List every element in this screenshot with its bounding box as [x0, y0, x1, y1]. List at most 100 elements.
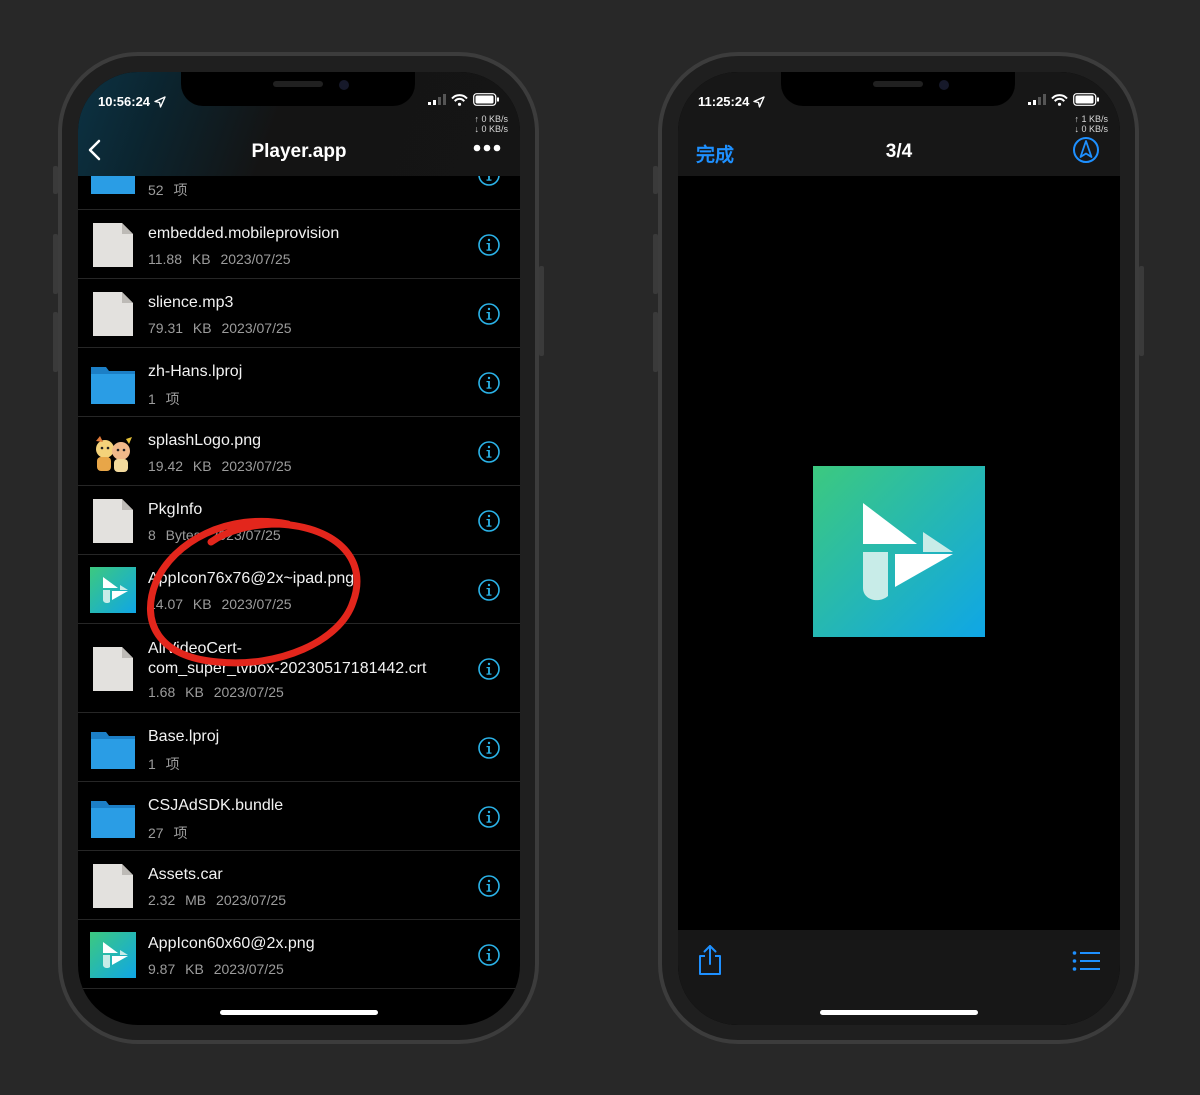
image-thumbnail-icon	[90, 932, 136, 978]
page-counter: 3/4	[885, 141, 913, 162]
document-icon	[90, 646, 136, 692]
wifi-icon	[1051, 93, 1068, 106]
file-meta: 1 项	[148, 391, 180, 407]
list-icon[interactable]	[1072, 950, 1100, 972]
share-icon[interactable]	[696, 944, 724, 976]
more-horizontal-icon[interactable]	[472, 138, 502, 158]
file-row[interactable]: zh-Hans.lproj 1 项	[78, 348, 520, 417]
info-icon[interactable]	[478, 234, 500, 256]
folder-icon	[90, 794, 136, 840]
image-thumbnail-icon	[90, 567, 136, 613]
file-name: Base.lproj	[148, 728, 220, 745]
file-name: CSJAdSDK.bundle	[148, 797, 284, 814]
left-screen: Player.app 10:56:24 ↑ 0 KB/s ↓ 0 KB/s 52…	[78, 72, 520, 1025]
mute-switch	[653, 166, 658, 194]
home-indicator	[820, 1010, 978, 1015]
file-meta: 11.88 KB 2023/07/25	[148, 251, 291, 267]
status-time: 11:25:24	[698, 94, 766, 109]
download-speed: ↓ 0 KB/s	[1074, 124, 1108, 134]
file-name: AppIcon60x60@2x.png	[148, 935, 315, 952]
file-meta: 9.87 KB 2023/07/25	[148, 961, 284, 977]
info-icon[interactable]	[478, 944, 500, 966]
file-name: embedded.mobileprovision	[148, 225, 340, 242]
file-meta: 1 项	[148, 756, 180, 772]
info-icon[interactable]	[478, 806, 500, 828]
file-row[interactable]: CSJAdSDK.bundle 27 项	[78, 782, 520, 851]
home-indicator	[220, 1010, 378, 1015]
file-meta: 1.68 KB 2023/07/25	[148, 684, 284, 700]
info-icon[interactable]	[478, 737, 500, 759]
power-button	[539, 266, 544, 356]
file-name: PkgInfo	[148, 501, 203, 518]
info-icon[interactable]	[478, 579, 500, 601]
compass-icon[interactable]	[1072, 136, 1100, 164]
file-row[interactable]: AppIcon76x76@2x~ipad.png 14.07 KB 2023/07…	[78, 555, 520, 624]
status-icons	[428, 93, 500, 106]
network-speed: ↑ 0 KB/s ↓ 0 KB/s	[474, 114, 508, 134]
info-icon[interactable]	[478, 875, 500, 897]
file-name: AppIcon76x76@2x~ipad.png	[148, 570, 355, 587]
volume-up-button	[53, 234, 58, 294]
document-icon	[90, 291, 136, 337]
info-icon[interactable]	[478, 372, 500, 394]
info-icon[interactable]	[478, 510, 500, 532]
file-row[interactable]: PkgInfo 8 Bytes 2023/07/25	[78, 486, 520, 555]
volume-down-button	[53, 312, 58, 372]
app-icon-preview	[813, 466, 985, 637]
file-row[interactable]: 52 项	[78, 157, 520, 210]
file-name-line1: AliVideoCert-	[148, 640, 242, 657]
info-icon[interactable]	[478, 441, 500, 463]
image-preview-area	[678, 176, 1120, 930]
battery-icon	[1073, 93, 1099, 106]
cellular-signal-icon	[1028, 94, 1046, 105]
page-title: Player.app	[251, 141, 347, 162]
file-name: AliVideoCert-com_super_tvbox-20230517181…	[148, 639, 426, 679]
upload-speed: ↑ 0 KB/s	[474, 114, 508, 124]
location-arrow-icon	[753, 95, 766, 108]
clock-text: 10:56:24	[98, 94, 151, 109]
wifi-icon	[451, 93, 468, 106]
file-row[interactable]: Base.lproj 1 项	[78, 713, 520, 782]
clock-text: 11:25:24	[698, 94, 750, 109]
folder-icon	[90, 725, 136, 771]
file-row[interactable]: AppIcon60x60@2x.png 9.87 KB 2023/07/25	[78, 920, 520, 989]
info-icon[interactable]	[478, 303, 500, 325]
notch	[181, 72, 415, 106]
upload-speed: ↑ 1 KB/s	[1074, 114, 1108, 124]
file-row[interactable]: embedded.mobileprovision 11.88 KB 2023/07…	[78, 210, 520, 279]
status-icons	[1028, 93, 1100, 106]
mute-switch	[53, 166, 58, 194]
image-thumbnail-icon	[90, 429, 136, 475]
file-meta: 2.32 MB 2023/07/25	[148, 892, 287, 908]
file-name: Assets.car	[148, 866, 223, 883]
document-icon	[90, 222, 136, 268]
file-meta: 8 Bytes 2023/07/25	[148, 527, 281, 543]
network-speed: ↑ 1 KB/s ↓ 0 KB/s	[1074, 114, 1108, 134]
info-icon[interactable]	[478, 658, 500, 680]
notch	[781, 72, 1015, 106]
folder-icon	[90, 360, 136, 406]
file-name: slience.mp3	[148, 294, 234, 311]
power-button	[1139, 266, 1144, 356]
volume-up-button	[653, 234, 658, 294]
file-row[interactable]: splashLogo.png 19.42 KB 2023/07/25	[78, 417, 520, 486]
file-list: 52 项 embedded.mobileprovision 11.88 KB 202…	[78, 157, 520, 989]
cellular-signal-icon	[428, 94, 446, 105]
file-meta: 52 项	[148, 182, 188, 198]
document-icon	[90, 498, 136, 544]
file-meta: 14.07 KB 2023/07/25	[148, 596, 292, 612]
file-meta: 19.42 KB 2023/07/25	[148, 458, 292, 474]
file-row[interactable]: AliVideoCert-com_super_tvbox-20230517181…	[78, 624, 520, 713]
right-screen: 完成 3/4 11:25:24 ↑ 1 KB/s ↓ 0 KB/s	[678, 72, 1120, 1025]
status-time: 10:56:24	[98, 94, 166, 109]
left-phone-frame: Player.app 10:56:24 ↑ 0 KB/s ↓ 0 KB/s 52…	[53, 52, 544, 1044]
file-meta: 27 项	[148, 825, 188, 841]
volume-down-button	[653, 312, 658, 372]
file-row[interactable]: Assets.car 2.32 MB 2023/07/25	[78, 851, 520, 920]
file-name: splashLogo.png	[148, 432, 261, 449]
file-name-line2: com_super_tvbox-20230517181442.crt	[148, 660, 427, 677]
right-phone-frame: 完成 3/4 11:25:24 ↑ 1 KB/s ↓ 0 KB/s	[653, 52, 1144, 1044]
location-arrow-icon	[154, 95, 166, 108]
file-row[interactable]: slience.mp3 79.31 KB 2023/07/25	[78, 279, 520, 348]
document-icon	[90, 863, 136, 909]
